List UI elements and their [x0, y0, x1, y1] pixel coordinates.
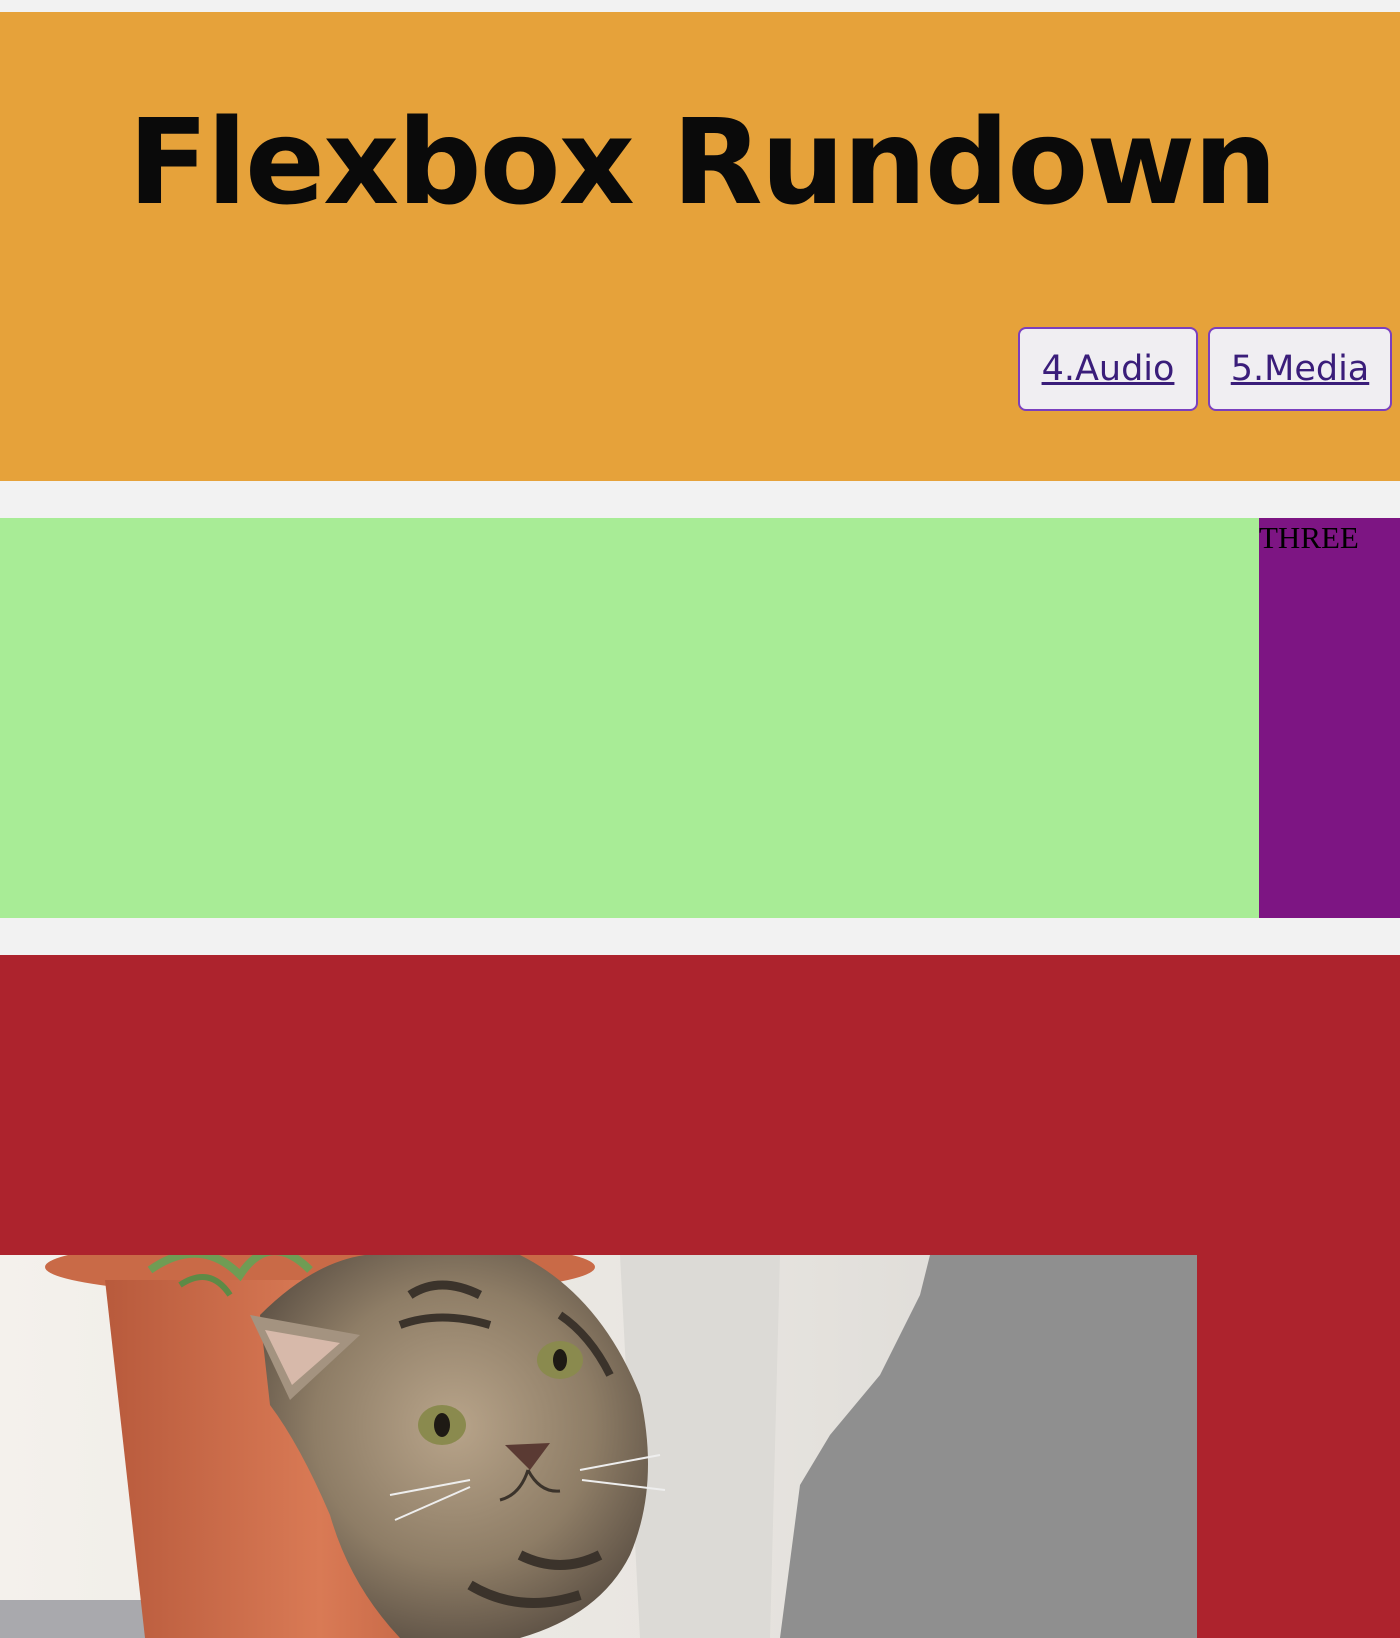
nav-link-media[interactable]: 5.Media [1208, 327, 1392, 411]
kitten-image [0, 1255, 1197, 1638]
nav-link-audio[interactable]: 4.Audio [1018, 327, 1198, 411]
flex-row: THREE [0, 518, 1400, 918]
panel-three-label: THREE [1259, 520, 1359, 555]
kitten-illustration [0, 1255, 1197, 1638]
page-header: Flexbox Rundown 4.Audio 5.Media [0, 12, 1400, 481]
panel-one [0, 518, 1259, 918]
panel-three: THREE [1259, 518, 1400, 918]
header-nav: 4.Audio 5.Media [1018, 327, 1392, 411]
image-section [0, 955, 1400, 1638]
page-title: Flexbox Rundown [128, 93, 1277, 231]
